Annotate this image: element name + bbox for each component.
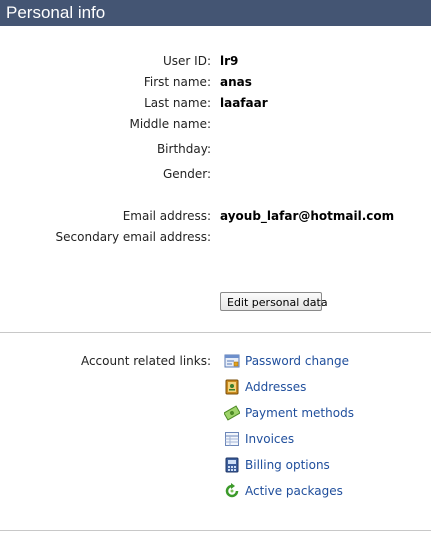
edit-personal-data-button[interactable]: Edit personal data bbox=[220, 292, 328, 311]
money-icon bbox=[223, 405, 241, 421]
billing-options-label: Billing options bbox=[245, 458, 330, 472]
account-links-label: Account related links: bbox=[80, 354, 211, 368]
first-name-label: First name: bbox=[143, 75, 211, 89]
bottom-divider bbox=[0, 530, 431, 531]
secondary-email-label: Secondary email address: bbox=[55, 230, 211, 244]
field-row-birthday: Birthday: bbox=[0, 140, 431, 158]
user-id-value: lr9 bbox=[220, 54, 239, 68]
section-divider bbox=[0, 332, 431, 333]
last-name-value: laafaar bbox=[220, 96, 268, 110]
password-change-label: Password change bbox=[245, 354, 350, 368]
email-label: Email address: bbox=[122, 209, 211, 223]
middle-name-label: Middle name: bbox=[129, 117, 211, 131]
invoices-label: Invoices bbox=[245, 432, 295, 446]
field-row-email: Email address: ayoub_lafar@hotmail.com bbox=[0, 207, 431, 225]
field-row-secondary-email: Secondary email address: bbox=[0, 228, 431, 246]
address-book-icon bbox=[224, 379, 240, 395]
field-row-gender: Gender: bbox=[0, 165, 431, 183]
birthday-label: Birthday: bbox=[156, 142, 211, 156]
active-packages-label: Active packages bbox=[245, 484, 343, 498]
field-row-middle-name: Middle name: bbox=[0, 115, 431, 133]
invoice-icon bbox=[224, 431, 240, 447]
page-title: Personal info bbox=[0, 0, 431, 26]
first-name-value: anas bbox=[220, 75, 252, 89]
addresses-label: Addresses bbox=[245, 380, 307, 394]
refresh-package-icon bbox=[224, 483, 240, 499]
password-form-icon bbox=[224, 353, 240, 369]
billing-icon bbox=[224, 457, 240, 473]
email-value: ayoub_lafar@hotmail.com bbox=[220, 209, 395, 223]
last-name-label: Last name: bbox=[144, 96, 211, 110]
user-id-label: User ID: bbox=[163, 54, 211, 68]
field-row-user-id: User ID: lr9 bbox=[0, 52, 431, 70]
field-row-first-name: First name: anas bbox=[0, 73, 431, 91]
payment-methods-label: Payment methods bbox=[245, 406, 354, 420]
field-row-last-name: Last name: laafaar bbox=[0, 94, 431, 112]
gender-label: Gender: bbox=[162, 167, 211, 181]
